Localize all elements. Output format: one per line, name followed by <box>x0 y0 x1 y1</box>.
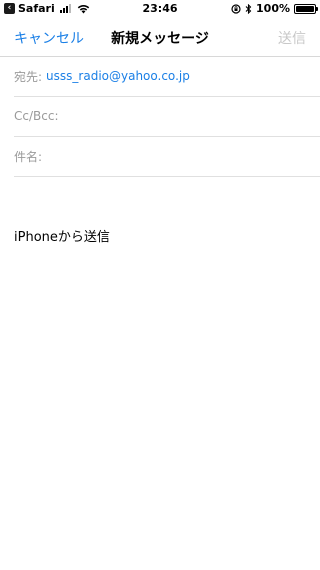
to-field[interactable]: 宛先: usss_radio@yahoo.co.jp <box>14 56 320 97</box>
cc-bcc-field[interactable]: Cc/Bcc: <box>14 96 320 137</box>
subject-label: 件名: <box>14 149 43 164</box>
cc-bcc-label: Cc/Bcc: <box>14 109 59 123</box>
nav-bar: キャンセル 新規メッセージ 送信 <box>0 18 320 57</box>
message-body[interactable]: iPhoneから送信 <box>14 226 110 245</box>
bluetooth-icon <box>245 3 252 14</box>
status-right: 100% <box>231 2 318 15</box>
subject-field[interactable]: 件名: <box>14 136 320 177</box>
send-button[interactable]: 送信 <box>278 28 306 48</box>
battery-percent: 100% <box>256 2 290 15</box>
battery-icon <box>294 3 318 14</box>
status-bar: ‹ Safari 23:46 100% <box>0 0 320 18</box>
page-title: 新規メッセージ <box>111 31 209 47</box>
to-recipient[interactable]: usss_radio@yahoo.co.jp <box>46 69 190 83</box>
orientation-lock-icon <box>231 3 241 14</box>
to-label: 宛先: <box>14 69 43 84</box>
